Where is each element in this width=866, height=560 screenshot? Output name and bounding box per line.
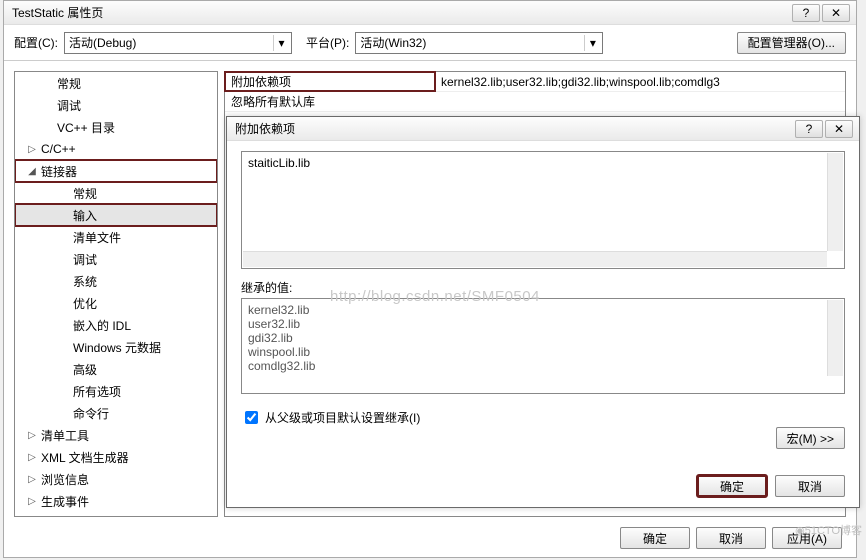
expand-icon[interactable]: ▷: [27, 430, 37, 441]
chevron-down-icon: ▾: [584, 35, 600, 51]
tree-item[interactable]: Windows 元数据: [15, 336, 217, 358]
tree-item-label: 高级: [73, 361, 97, 378]
platform-combo[interactable]: 活动(Win32) ▾: [355, 32, 603, 54]
expand-icon[interactable]: ▷: [27, 144, 37, 155]
tree-item-label: 调试: [57, 97, 81, 114]
tree-item[interactable]: 系统: [15, 270, 217, 292]
tree-item[interactable]: 常规: [15, 182, 217, 204]
inherited-value: gdi32.lib: [248, 331, 838, 345]
expand-icon[interactable]: ◢: [27, 166, 37, 177]
config-combo[interactable]: 活动(Debug) ▾: [64, 32, 292, 54]
close-button[interactable]: ✕: [825, 120, 853, 138]
tree-item[interactable]: ▷ XML 文档生成器: [15, 446, 217, 468]
tree-item-label: 优化: [73, 295, 97, 312]
deps-edit-value: staiticLib.lib: [248, 156, 310, 170]
platform-value: 活动(Win32): [360, 34, 426, 51]
tree-item[interactable]: ▷ 清单工具: [15, 424, 217, 446]
tree-item[interactable]: 高级: [15, 358, 217, 380]
tree-item-label: VC++ 目录: [57, 119, 115, 136]
tree-item[interactable]: 清单文件: [15, 226, 217, 248]
prop-additional-deps-value[interactable]: kernel32.lib;user32.lib;gdi32.lib;winspo…: [435, 72, 845, 91]
tree-item[interactable]: ▷自定义生成步骤: [15, 512, 217, 517]
tree-item-label: 生成事件: [41, 493, 89, 510]
tree-item[interactable]: 常规: [15, 72, 217, 94]
expand-icon[interactable]: ▷: [27, 474, 37, 485]
inherited-value: comdlg32.lib: [248, 359, 838, 373]
prop-ignore-default-label: 忽略所有默认库: [225, 92, 435, 111]
tree-item-label: 自定义生成步骤: [41, 515, 125, 518]
inherited-label: 继承的值:: [241, 279, 845, 296]
sub-titlebar: 附加依赖项 ? ✕: [227, 117, 859, 141]
tree-item-label: Windows 元数据: [73, 339, 161, 356]
tree-item[interactable]: ◢ 链接器: [15, 160, 217, 182]
inherit-checkbox-label: 从父级或项目默认设置继承(I): [265, 409, 420, 426]
config-label: 配置(C):: [14, 34, 58, 51]
scrollbar-vertical[interactable]: [827, 153, 843, 251]
tree-item-label: 所有选项: [73, 383, 121, 400]
tree-item-label: 清单文件: [73, 229, 121, 246]
macro-button[interactable]: 宏(M) >>: [776, 427, 845, 449]
tree-item-label: 链接器: [41, 163, 77, 180]
config-toolbar: 配置(C): 活动(Debug) ▾ 平台(P): 活动(Win32) ▾ 配置…: [4, 25, 856, 61]
main-title: TestStatic 属性页: [12, 4, 790, 21]
inherited-value: winspool.lib: [248, 345, 838, 359]
tree-item-label: 调试: [73, 251, 97, 268]
tree-item-label: 浏览信息: [41, 471, 89, 488]
help-button[interactable]: ?: [795, 120, 823, 138]
close-button[interactable]: ✕: [822, 4, 850, 22]
tree-item[interactable]: 调试: [15, 248, 217, 270]
help-button[interactable]: ?: [792, 4, 820, 22]
sub-title: 附加依赖项: [235, 120, 793, 137]
expand-icon[interactable]: ▷: [27, 452, 37, 463]
tree-item-label: 常规: [73, 185, 97, 202]
tree-item[interactable]: 所有选项: [15, 380, 217, 402]
tree-item[interactable]: 输入: [15, 204, 217, 226]
inherited-value: user32.lib: [248, 317, 838, 331]
apply-button[interactable]: 应用(A): [772, 527, 842, 549]
prop-ignore-default-value[interactable]: [435, 92, 845, 111]
inherit-checkbox[interactable]: [245, 411, 258, 424]
tree-item-label: 输入: [73, 207, 97, 224]
sub-ok-button[interactable]: 确定: [697, 475, 767, 497]
cancel-button[interactable]: 取消: [696, 527, 766, 549]
tree-item-label: XML 文档生成器: [41, 449, 129, 466]
tree-item-label: 嵌入的 IDL: [73, 317, 131, 334]
tree-item-label: 系统: [73, 273, 97, 290]
prop-additional-deps-label: 附加依赖项: [225, 72, 435, 91]
main-titlebar: TestStatic 属性页 ? ✕: [4, 1, 856, 25]
additional-deps-dialog: 附加依赖项 ? ✕ staiticLib.lib 继承的值: kernel32.…: [226, 116, 860, 508]
config-manager-button[interactable]: 配置管理器(O)...: [737, 32, 846, 54]
deps-edit-box[interactable]: staiticLib.lib: [241, 151, 845, 269]
tree-item[interactable]: 命令行: [15, 402, 217, 424]
scrollbar-vertical[interactable]: [827, 300, 843, 376]
tree-item-label: 常规: [57, 75, 81, 92]
ok-button[interactable]: 确定: [620, 527, 690, 549]
tree-item[interactable]: 嵌入的 IDL: [15, 314, 217, 336]
tree-item[interactable]: ▷ C/C++: [15, 138, 217, 160]
platform-label: 平台(P):: [306, 34, 349, 51]
expand-icon[interactable]: ▷: [27, 496, 37, 507]
category-tree[interactable]: 常规调试VC++ 目录▷C/C++◢链接器常规输入清单文件调试系统优化嵌入的 I…: [14, 71, 218, 517]
tree-item[interactable]: ▷ 生成事件: [15, 490, 217, 512]
tree-item[interactable]: 优化: [15, 292, 217, 314]
tree-item-label: 命令行: [73, 405, 109, 422]
inherited-value: kernel32.lib: [248, 303, 838, 317]
inherited-values-box: kernel32.libuser32.libgdi32.libwinspool.…: [241, 298, 845, 394]
scrollbar-horizontal[interactable]: [243, 251, 827, 267]
tree-item[interactable]: ▷ 浏览信息: [15, 468, 217, 490]
tree-item-label: C/C++: [41, 142, 76, 156]
tree-item-label: 清单工具: [41, 427, 89, 444]
sub-cancel-button[interactable]: 取消: [775, 475, 845, 497]
tree-item[interactable]: 调试: [15, 94, 217, 116]
config-value: 活动(Debug): [69, 34, 136, 51]
tree-item[interactable]: VC++ 目录: [15, 116, 217, 138]
chevron-down-icon: ▾: [273, 35, 289, 51]
